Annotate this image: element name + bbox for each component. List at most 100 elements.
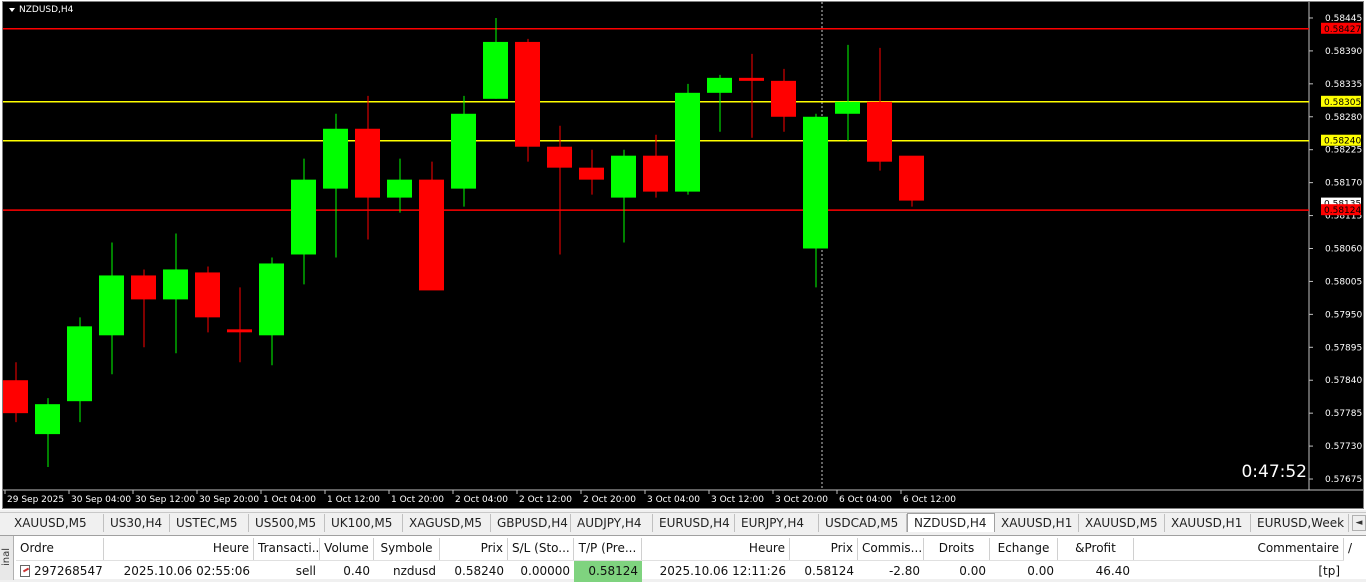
price-tick-label: 0.58060 bbox=[1325, 244, 1362, 254]
chart-symbol-label: NZDUSD,H4 bbox=[9, 5, 73, 15]
candle-body bbox=[227, 329, 252, 333]
candle-body bbox=[643, 155, 668, 192]
time-tick-label: 30 Sep 20:00 bbox=[199, 495, 259, 505]
time-tick-label: 2 Oct 04:00 bbox=[455, 495, 508, 505]
terminal-side-text: inal bbox=[1, 547, 12, 566]
chart-tab[interactable]: US30,H4 bbox=[104, 514, 170, 532]
chart-tab[interactable]: XAGUSD,M5 bbox=[403, 514, 491, 532]
level-price-label: 0.58427 bbox=[1324, 25, 1361, 35]
column-header[interactable]: Echange bbox=[990, 538, 1058, 560]
candle-body bbox=[675, 92, 700, 192]
candle-body bbox=[579, 167, 604, 180]
candle-body bbox=[515, 41, 540, 147]
candle-body bbox=[707, 77, 732, 93]
price-tick-label: 0.58390 bbox=[1325, 47, 1362, 57]
candlestick-chart[interactable]: 0.58445 0.58390 0.58335 0.58280 0.58225 0.581… bbox=[3, 2, 1363, 508]
time-tick-label: 30 Sep 04:00 bbox=[71, 495, 131, 505]
sort-icon[interactable]: / bbox=[1344, 538, 1364, 560]
order-id: 297268547 bbox=[34, 564, 103, 578]
column-header[interactable]: Commis... bbox=[858, 538, 924, 560]
column-header[interactable]: Prix bbox=[790, 538, 858, 560]
candle-body bbox=[163, 269, 188, 300]
time-tick-label: 6 Oct 12:00 bbox=[903, 495, 956, 505]
time-tick-label: 1 Oct 20:00 bbox=[391, 495, 444, 505]
price-tick-label: 0.58005 bbox=[1325, 277, 1362, 287]
candle-body bbox=[771, 80, 796, 117]
dropdown-arrow-icon[interactable] bbox=[9, 7, 15, 12]
tab-scroll-icon[interactable]: ◄ bbox=[1352, 515, 1366, 531]
terminal-side-label[interactable]: inal bbox=[0, 536, 14, 580]
time-tick-label: 3 Oct 20:00 bbox=[775, 495, 828, 505]
level-price-label: 0.58240 bbox=[1324, 137, 1361, 147]
column-header[interactable]: Volume bbox=[320, 538, 374, 560]
column-header[interactable]: Prix bbox=[440, 538, 508, 560]
price-tick-label: 0.57675 bbox=[1325, 475, 1362, 485]
candle-body bbox=[195, 272, 220, 318]
candle-body bbox=[67, 326, 92, 402]
price-tick-label: 0.58445 bbox=[1325, 14, 1362, 24]
candle-body bbox=[387, 179, 412, 198]
candle-body bbox=[803, 116, 828, 249]
chart-tabs-bar: XAUUSD,M5 US30,H4 USTEC,M5 US500,M5 UK100,M5… bbox=[0, 512, 1366, 532]
symbol-text: NZDUSD,H4 bbox=[19, 5, 74, 15]
candle-body bbox=[35, 404, 60, 435]
candle-body bbox=[259, 263, 284, 336]
terminal-panel: inal Ordre Heure Transacti... Volume Symbole… bbox=[0, 535, 1366, 582]
column-header[interactable]: Commentaire bbox=[1134, 538, 1344, 560]
price-tick-label: 0.57785 bbox=[1325, 409, 1362, 419]
candle-body bbox=[547, 146, 572, 168]
column-header[interactable]: Heure bbox=[104, 538, 254, 560]
time-tick-label: 6 Oct 04:00 bbox=[839, 495, 892, 505]
column-header[interactable]: Heure bbox=[642, 538, 790, 560]
candle-body bbox=[899, 155, 924, 201]
price-chart[interactable]: 0.58445 0.58390 0.58335 0.58280 0.58225 0.581… bbox=[2, 1, 1364, 509]
chart-tab[interactable]: XAUUSD,M5 bbox=[1079, 514, 1165, 532]
time-tick-label: 3 Oct 04:00 bbox=[647, 495, 700, 505]
candle-body bbox=[291, 179, 316, 255]
chart-tab[interactable]: XAUUSD,H1 bbox=[1165, 514, 1251, 532]
column-header[interactable]: Ordre bbox=[16, 538, 104, 560]
column-header[interactable]: S/L (Sto... bbox=[508, 538, 574, 560]
chart-tab[interactable]: UK100,M5 bbox=[325, 514, 403, 532]
candle-body bbox=[419, 179, 444, 291]
candle-body bbox=[483, 41, 508, 99]
chart-tab[interactable]: USDCAD,M5 bbox=[819, 514, 907, 532]
candle-body bbox=[451, 113, 476, 189]
candle-body bbox=[323, 128, 348, 189]
time-tick-label: 30 Sep 12:00 bbox=[135, 495, 195, 505]
price-tick-label: 0.57840 bbox=[1325, 376, 1362, 386]
column-header[interactable]: Transacti... bbox=[254, 538, 320, 560]
time-tick-label: 29 Sep 2025 bbox=[7, 495, 64, 505]
chart-tab[interactable]: XAUUSD,H1 bbox=[995, 514, 1079, 532]
chart-tab[interactable]: EURUSD,H4 bbox=[653, 514, 735, 532]
chart-tab[interactable]: NZDUSD,H4 bbox=[907, 513, 995, 532]
column-header[interactable]: Symbole bbox=[374, 538, 440, 560]
chart-tab[interactable]: GBPUSD,H4 bbox=[491, 514, 571, 532]
level-price-label: 0.58124 bbox=[1324, 206, 1361, 216]
chart-tab[interactable]: US500,M5 bbox=[249, 514, 325, 532]
time-tick-label: 2 Oct 20:00 bbox=[583, 495, 636, 505]
candle-body bbox=[611, 155, 636, 198]
chart-window[interactable]: 0.58445 0.58390 0.58335 0.58280 0.58225 0.581… bbox=[0, 0, 1366, 510]
time-tick-label: 2 Oct 12:00 bbox=[519, 495, 572, 505]
candle-body bbox=[867, 101, 892, 162]
time-tick-label: 1 Oct 12:00 bbox=[327, 495, 380, 505]
order-document-icon bbox=[20, 565, 30, 577]
chart-tab[interactable]: EURJPY,H4 bbox=[735, 514, 819, 532]
bar-countdown: 0:47:52 bbox=[1241, 462, 1307, 482]
level-price-label: 0.58305 bbox=[1324, 98, 1361, 108]
price-tick-label: 0.58225 bbox=[1325, 146, 1362, 156]
candle-body bbox=[3, 380, 28, 414]
column-header[interactable]: Droits bbox=[924, 538, 990, 560]
chart-tab[interactable]: XAUUSD,M5 bbox=[8, 514, 104, 532]
price-tick-label: 0.57895 bbox=[1325, 343, 1362, 353]
chart-tab[interactable]: AUDJPY,H4 bbox=[571, 514, 653, 532]
price-tick-label: 0.57730 bbox=[1325, 442, 1362, 452]
price-tick-label: 0.57950 bbox=[1325, 310, 1362, 320]
time-tick-label: 1 Oct 04:00 bbox=[263, 495, 316, 505]
chart-tab[interactable]: EURUSD,Week bbox=[1251, 514, 1349, 532]
candle-body bbox=[739, 77, 764, 81]
column-header[interactable]: T/P (Pre... bbox=[574, 538, 642, 560]
chart-tab[interactable]: USTEC,M5 bbox=[170, 514, 249, 532]
column-header[interactable]: &Profit bbox=[1058, 538, 1134, 560]
